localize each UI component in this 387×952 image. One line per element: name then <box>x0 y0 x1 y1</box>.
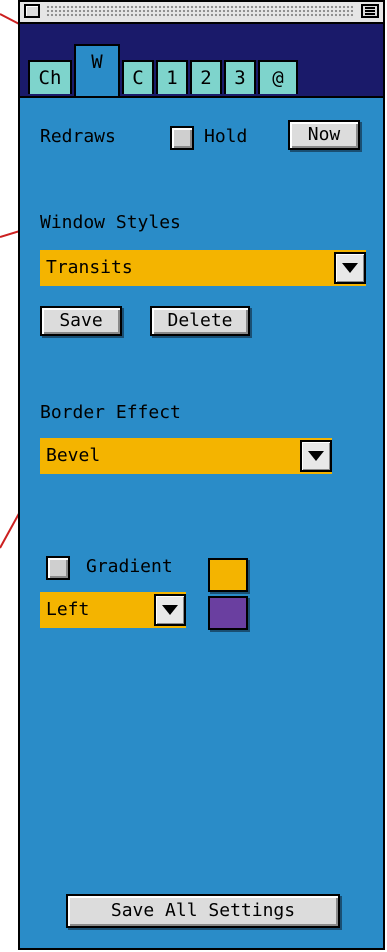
title-bar-drag-pattern[interactable] <box>46 5 353 18</box>
tab-2[interactable]: 2 <box>190 60 222 94</box>
border-effect-label: Border Effect <box>40 402 181 423</box>
save-all-settings-button[interactable]: Save All Settings <box>66 894 340 928</box>
gradient-direction-popup[interactable]: Left <box>40 592 186 628</box>
tab-1[interactable]: 1 <box>156 60 188 94</box>
redraws-label: Redraws <box>40 126 116 147</box>
border-effect-popup[interactable]: Bevel <box>40 438 332 474</box>
gradient-end-color-swatch[interactable] <box>208 596 248 630</box>
collapse-icon[interactable] <box>361 4 379 18</box>
tab-3[interactable]: 3 <box>224 60 256 94</box>
tab-w[interactable]: W <box>74 44 120 96</box>
save-style-button[interactable]: Save <box>40 306 122 336</box>
window-styles-value: Transits <box>46 257 133 278</box>
delete-style-button[interactable]: Delete <box>150 306 250 336</box>
now-button[interactable]: Now <box>288 120 360 150</box>
window-styles-label: Window Styles <box>40 212 181 233</box>
tab-content-panel: Redraws Hold Now Window Styles Transits … <box>20 96 383 948</box>
border-effect-value: Bevel <box>46 445 101 466</box>
palette-title-bar[interactable] <box>20 2 383 24</box>
chevron-down-icon[interactable] <box>300 440 332 472</box>
close-box-icon[interactable] <box>24 4 40 18</box>
chevron-down-icon[interactable] <box>334 252 366 284</box>
window-styles-popup[interactable]: Transits <box>40 250 366 286</box>
tool-palette-window: Ch W C 1 2 3 @ Redraws Hold Now Window S… <box>18 0 385 950</box>
chevron-down-icon[interactable] <box>154 594 186 626</box>
hold-checkbox[interactable] <box>170 126 194 150</box>
tab-at[interactable]: @ <box>258 60 298 94</box>
hold-label[interactable]: Hold <box>204 126 247 147</box>
gradient-checkbox[interactable] <box>46 556 70 580</box>
gradient-direction-value: Left <box>46 599 90 620</box>
tab-c[interactable]: C <box>122 60 154 94</box>
gradient-start-color-swatch[interactable] <box>208 558 248 592</box>
gradient-label[interactable]: Gradient <box>86 556 173 577</box>
page: Ch W C 1 2 3 @ Redraws Hold Now Window S… <box>0 0 387 952</box>
tab-ch[interactable]: Ch <box>28 60 72 94</box>
